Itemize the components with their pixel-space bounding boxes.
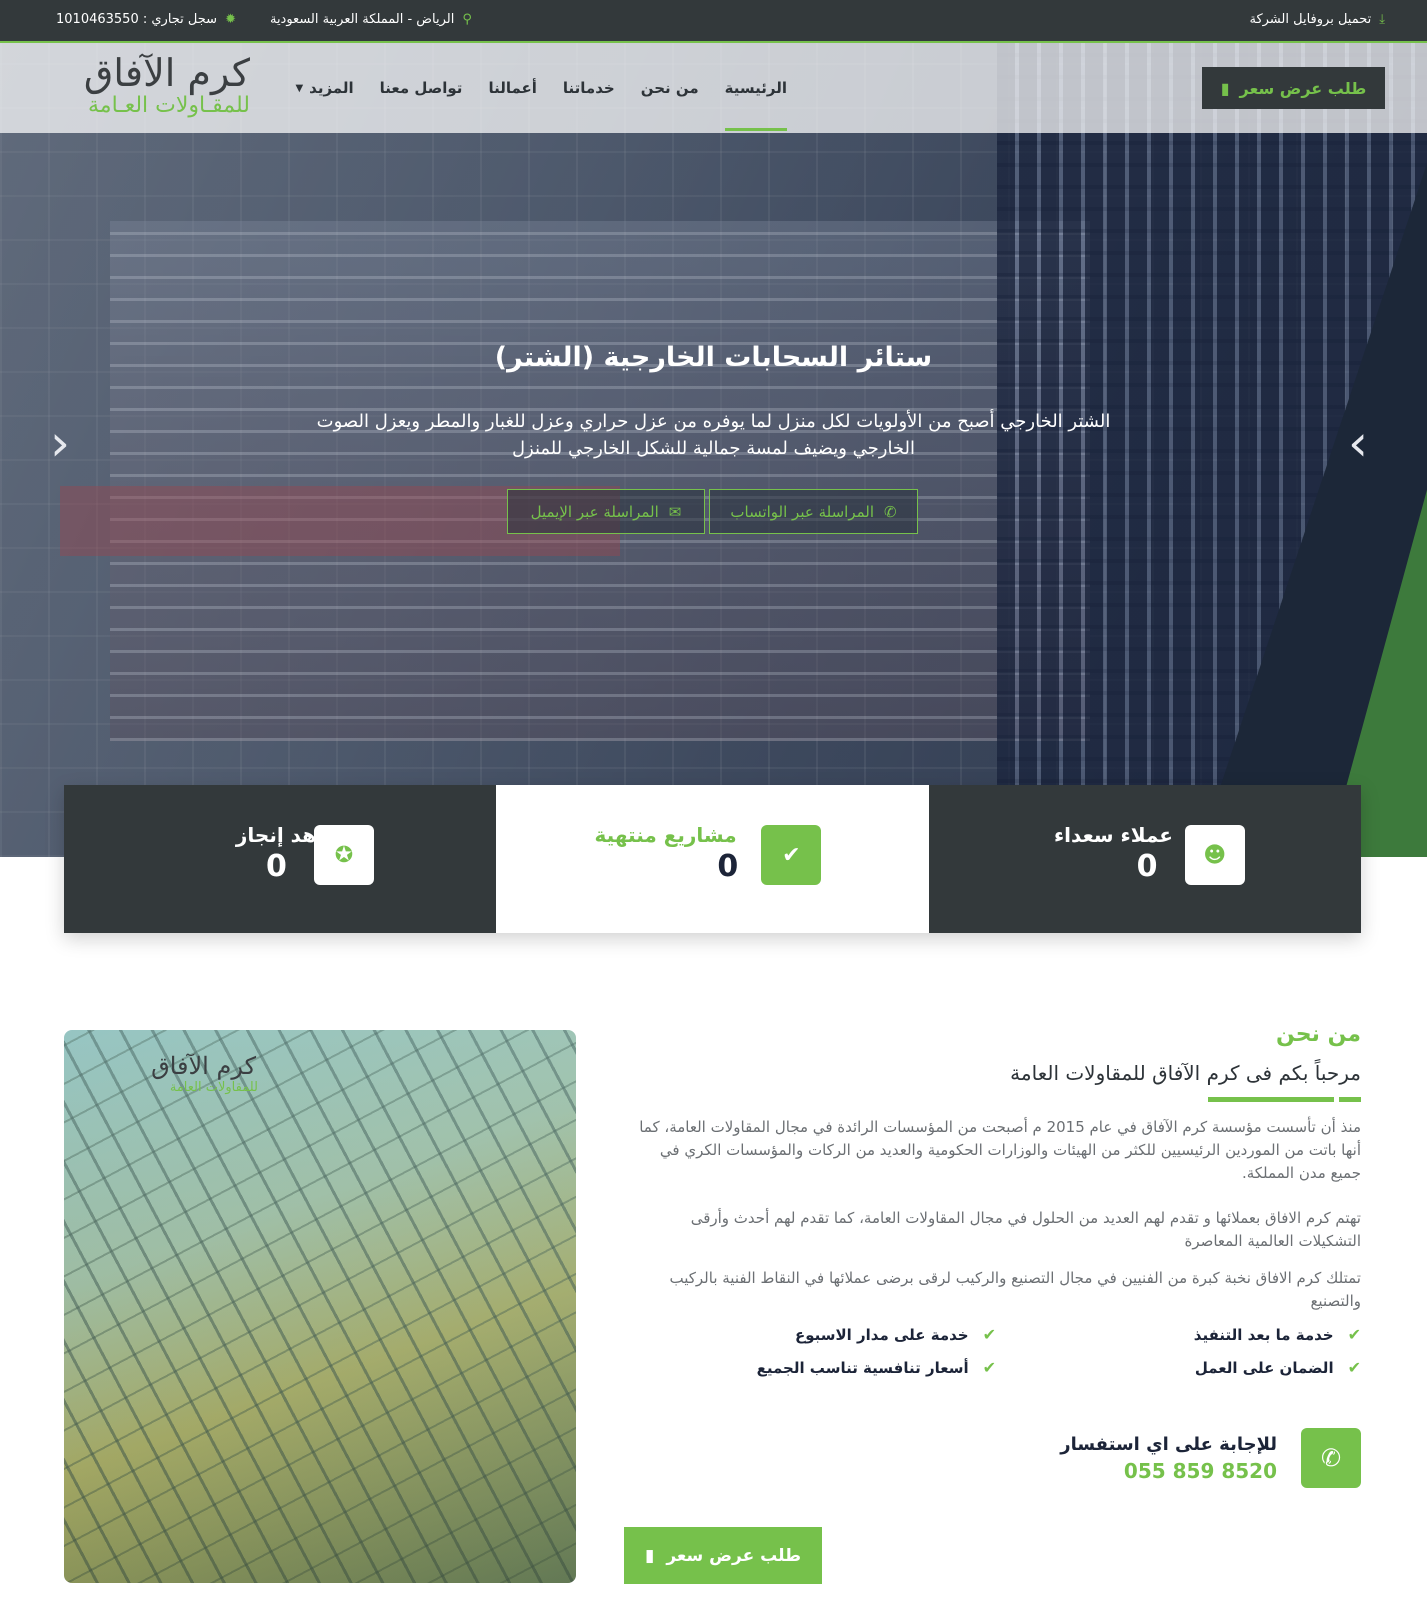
download-profile-text: تحميل بروفايل الشركة: [1249, 11, 1372, 27]
nav-services-label: خدماتنا: [562, 79, 615, 97]
about-image: كرم الآفاق للمقاولات العامة: [64, 1030, 576, 1583]
about-image-overlay: [64, 1030, 576, 1583]
image-watermark-line2: للمقاولات العامة: [169, 1080, 258, 1095]
location-text: الرياض - المملكة العربية السعودية: [269, 11, 455, 27]
underline-long: [1208, 1097, 1334, 1102]
caret-down-icon: ▼: [295, 82, 304, 94]
header-quote-label: طلب عرض سعر: [1239, 78, 1367, 98]
file-icon: ▮: [1220, 78, 1230, 98]
stat-achievements: ✪ مشاهد إنجاز 0: [64, 785, 497, 933]
underline-short: [1339, 1097, 1361, 1102]
users-icon: ☻: [1184, 825, 1245, 885]
feature-label: أسعار تنافسية تناسب الجميع: [756, 1358, 969, 1377]
nav-home-label: الرئيسية: [724, 79, 787, 97]
main-nav: الرئيسية من نحن خدماتنا أعمالنا تواصل مع…: [295, 43, 788, 133]
whatsapp-icon: ✆: [884, 502, 897, 521]
feature-label: خدمة على مدار الاسبوع: [794, 1325, 969, 1344]
email-button-label: المراسلة عبر الإيميل: [530, 502, 659, 521]
feature-item: ✔ خدمة ما بعد التنفيذ: [996, 1325, 1361, 1344]
envelope-icon: ✉: [668, 502, 682, 521]
slide-title: ستائر السحابات الخارجية (الشتر): [494, 342, 933, 373]
stat-value: 0: [266, 849, 287, 884]
slider-prev-arrow[interactable]: ‹: [50, 418, 70, 468]
stat-projects: ✔ مشاريع منتهية 0: [496, 785, 929, 933]
stats-strip: ✪ مشاهد إنجاز 0 ✔ مشاريع منتهية 0 ☻ عملا…: [64, 785, 1361, 933]
hero-building-facade: [110, 221, 1090, 741]
check-icon: ✔: [1347, 1325, 1361, 1344]
nav-more-label: المزيد: [309, 79, 354, 97]
features-list: ✔ خدمة ما بعد التنفيذ ✔ خدمة على مدار الاس…: [631, 1325, 1361, 1377]
stat-label: عملاء سعداء: [1053, 823, 1173, 847]
email-button[interactable]: المراسلة عبر الإيميل ✉: [507, 489, 705, 534]
stat-label: مشاريع منتهية: [594, 823, 737, 847]
slide-buttons: المراسلة عبر الإيميل ✉ المراسلة عبر الوا…: [507, 489, 918, 534]
top-bar-info: ✹ سجل تجاري : 1010463550 ⚲ الرياض - المم…: [56, 0, 472, 38]
contact-block: ✆ للإجابة على اي استفسار 055 859 8520: [1060, 1428, 1361, 1488]
nav-home[interactable]: الرئيسية: [724, 43, 788, 133]
download-profile-link[interactable]: ⤓ تحميل بروفايل الشركة: [1249, 0, 1385, 38]
slide-text: الشتر الخارجي أصبح من الأولويات لكل منزل…: [316, 411, 1111, 459]
nav-contact[interactable]: تواصل معنا: [380, 43, 463, 133]
top-bar: ✹ سجل تجاري : 1010463550 ⚲ الرياض - المم…: [0, 0, 1427, 41]
whatsapp-button[interactable]: المراسلة عبر الواتساب ✆: [709, 489, 918, 534]
about-subheading: مرحباً بكم فى كرم الآفاق للمقاولات العام…: [1010, 1061, 1361, 1085]
about-paragraph-3: تمتلك كرم الافاق نخبة كبرة من الفنيين في…: [669, 1269, 1362, 1310]
about-quote-button[interactable]: طلب عرض سعر ▮: [624, 1527, 822, 1584]
logo[interactable]: كرم الآفاق للمقـاولات العـامة: [40, 53, 250, 123]
nav-about[interactable]: من نحن: [641, 43, 699, 133]
check-icon: ✔: [761, 825, 822, 885]
badge-icon: ✹: [225, 11, 236, 27]
contact-text: للإجابة على اي استفسار 055 859 8520: [1060, 1434, 1277, 1483]
contact-question: للإجابة على اي استفسار: [1060, 1433, 1277, 1455]
nav-contact-label: تواصل معنا: [379, 79, 463, 97]
commercial-register-text: سجل تجاري : 1010463550: [56, 11, 218, 27]
feature-item: ✔ الضمان على العمل: [996, 1358, 1361, 1377]
location: ⚲ الرياض - المملكة العربية السعودية: [270, 12, 472, 27]
nav-more[interactable]: المزيد ▼: [295, 43, 353, 133]
check-icon: ✔: [1347, 1358, 1361, 1377]
logo-line2: للمقـاولات العـامة: [87, 93, 250, 118]
feature-label: خدمة ما بعد التنفيذ: [1193, 1325, 1334, 1344]
check-icon: ✔: [982, 1325, 996, 1344]
slider-next-arrow[interactable]: ›: [1348, 418, 1368, 468]
nav-about-label: من نحن: [640, 79, 699, 97]
main-header: كرم الآفاق للمقـاولات العـامة الرئيسية م…: [0, 41, 1427, 133]
check-icon: ✔: [982, 1358, 996, 1377]
nav-works-label: أعمالنا: [488, 79, 537, 97]
nav-services[interactable]: خدماتنا: [563, 43, 615, 133]
stat-label: مشاهد إنجاز: [235, 823, 357, 847]
file-icon: ▮: [644, 1545, 655, 1566]
heading-underline: [631, 1097, 1361, 1102]
feature-label: الضمان على العمل: [1194, 1358, 1334, 1377]
about-paragraph-2: تهتم كرم الافاق بعملائها و تقدم لهم العد…: [690, 1209, 1361, 1250]
header-quote-button[interactable]: طلب عرض سعر ▮: [1202, 67, 1385, 109]
nav-works[interactable]: أعمالنا: [488, 43, 536, 133]
phone-icon[interactable]: ✆: [1301, 1428, 1361, 1488]
stat-value: 0: [717, 849, 739, 884]
contact-phone[interactable]: 055 859 8520: [1060, 1459, 1277, 1483]
about-heading: من نحن: [1276, 1022, 1361, 1047]
feature-item: ✔ أسعار تنافسية تناسب الجميع: [631, 1358, 996, 1377]
map-marker-icon: ⚲: [462, 11, 472, 27]
stat-clients: ☻ عملاء سعداء 0: [928, 785, 1361, 933]
about-section: من نحن مرحباً بكم فى كرم الآفاق للمقاولا…: [631, 1022, 1361, 1377]
whatsapp-button-label: المراسلة عبر الواتساب: [730, 502, 875, 521]
logo-line1: كرم الآفاق: [83, 51, 250, 95]
stat-value: 0: [1136, 849, 1158, 884]
about-paragraph-1: منذ أن تأسست مؤسسة كرم الآفاق في عام 201…: [639, 1118, 1361, 1182]
commercial-register: ✹ سجل تجاري : 1010463550: [56, 12, 236, 27]
about-quote-label: طلب عرض سعر: [666, 1545, 802, 1566]
image-watermark-line1: كرم الآفاق: [151, 1052, 256, 1080]
feature-item: ✔ خدمة على مدار الاسبوع: [631, 1325, 996, 1344]
download-icon: ⤓: [1379, 11, 1385, 27]
